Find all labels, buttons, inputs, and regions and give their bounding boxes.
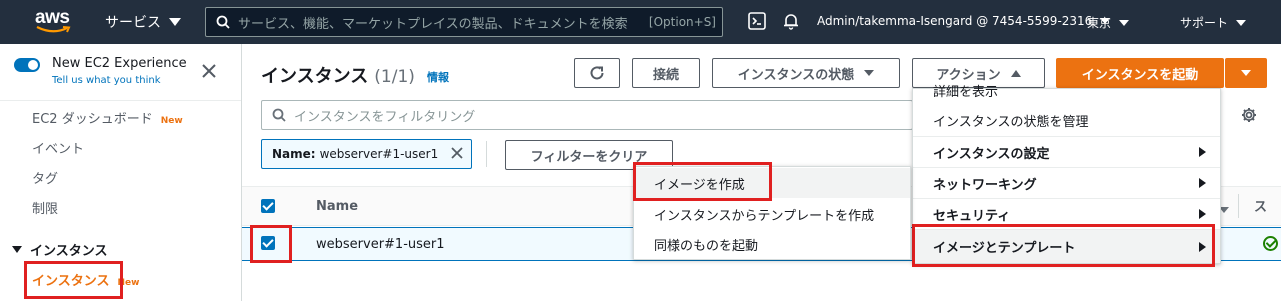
filter-divider: [486, 141, 487, 167]
chevron-down-icon: [864, 70, 875, 76]
support-menu[interactable]: サポート: [1180, 14, 1247, 31]
menu-item-create-template[interactable]: インスタンスからテンプレートを作成: [634, 199, 910, 229]
page-title-text: インスタンス: [261, 66, 369, 87]
region-label: 東京: [1087, 16, 1112, 30]
sidebar-item-label: 制限: [32, 202, 59, 217]
column-header-status[interactable]: ス: [1254, 196, 1267, 215]
chevron-down-icon: [169, 18, 181, 26]
feedback-link[interactable]: Tell us what you think: [52, 75, 161, 86]
highlight-box-create-image: [633, 162, 772, 201]
top-navigation-bar: aws サービス サービス、機能、マーケットプレイスの製品、ドキュメントを検索 …: [0, 0, 1281, 44]
search-shortcut-hint: [Option+S]: [648, 15, 716, 29]
highlight-box-sidebar-instances: [24, 261, 123, 299]
filter-token-key: Name:: [272, 147, 316, 161]
instance-name-cell: webserver#1-user1: [316, 237, 445, 252]
sidebar-item-label: EC2 ダッシュボード: [32, 112, 153, 127]
sidebar-item-limits[interactable]: 制限: [32, 198, 58, 217]
search-icon: [216, 15, 230, 29]
chevron-up-icon: [1010, 69, 1021, 77]
region-menu[interactable]: 東京: [1087, 14, 1130, 31]
menu-item-label: 詳細を表示: [933, 84, 999, 100]
sidebar-item-label: タグ: [32, 172, 59, 187]
account-label: Admin/takemma-Isengard @ 7454-5599-2316: [817, 14, 1093, 28]
notifications-button[interactable]: [782, 12, 800, 34]
menu-item-label: セキュリティ: [933, 208, 1011, 224]
services-menu-button[interactable]: サービス: [105, 12, 181, 32]
menu-item-label: ネットワーキング: [933, 177, 1037, 193]
support-label: サポート: [1180, 16, 1229, 30]
launch-instance-label: インスタンスを起動: [1081, 67, 1199, 83]
filter-token: Name: webserver#1-user1: [261, 139, 472, 169]
menu-item-label: インスタンスの状態を管理: [933, 114, 1089, 130]
menu-item-instance-settings[interactable]: インスタンスの設定: [913, 137, 1220, 167]
sidebar-section-label: インスタンス: [30, 244, 108, 259]
chevron-down-icon: [1241, 70, 1251, 76]
refresh-icon: [590, 66, 604, 80]
cloudshell-icon: [748, 12, 766, 30]
menu-item-launch-more-like-this[interactable]: 同様のものを起動: [634, 229, 910, 259]
filter-token-value: webserver#1-user1: [319, 147, 439, 161]
account-menu[interactable]: Admin/takemma-Isengard @ 7454-5599-2316: [817, 14, 1111, 28]
new-experience-title: New EC2 Experience: [52, 56, 187, 71]
chevron-right-icon: [1199, 147, 1206, 157]
sidebar-item-ec2-dashboard[interactable]: EC2 ダッシュボード New: [32, 108, 183, 127]
aws-smile-icon: [36, 26, 71, 33]
connect-button[interactable]: 接続: [632, 58, 700, 88]
chevron-down-icon: [1236, 19, 1247, 26]
search-icon: [272, 108, 286, 122]
chevron-down-icon: [12, 246, 22, 253]
sidebar-section-instances[interactable]: インスタンス: [12, 240, 107, 259]
close-icon: [451, 146, 463, 159]
instance-state-button[interactable]: インスタンスの状態: [712, 58, 900, 88]
bell-icon: [784, 14, 798, 30]
cloudshell-button[interactable]: [748, 12, 766, 34]
global-search-placeholder: サービス、機能、マーケットプレイスの製品、ドキュメントを検索: [238, 16, 628, 32]
launch-options-dropdown[interactable]: [1225, 58, 1267, 88]
connect-label: 接続: [652, 67, 679, 83]
column-header-name[interactable]: Name: [316, 199, 358, 214]
select-all-checkbox[interactable]: [261, 199, 275, 213]
close-icon: [202, 64, 216, 78]
preferences-button[interactable]: [1241, 107, 1257, 127]
menu-item-label: インスタンスからテンプレートを作成: [654, 208, 875, 224]
refresh-button[interactable]: [574, 58, 620, 88]
new-badge: New: [160, 116, 183, 126]
selection-count: (1/1): [374, 67, 415, 87]
filter-placeholder: インスタンスをフィルタリング: [294, 109, 476, 125]
close-sidebar-button[interactable]: [202, 64, 216, 82]
sidebar-item-label: イベント: [32, 142, 85, 157]
highlight-box-images-templates: [912, 224, 1215, 267]
instance-state-label: インスタンスの状態: [737, 67, 855, 83]
gear-icon: [1242, 108, 1256, 122]
menu-item-label: インスタンスの設定: [933, 146, 1050, 162]
instance-filter-input[interactable]: インスタンスをフィルタリング: [261, 100, 913, 130]
remove-filter-button[interactable]: [451, 146, 463, 162]
highlight-box-row-checkbox: [250, 225, 292, 263]
aws-logo[interactable]: aws: [34, 7, 74, 36]
sidebar-divider: [0, 100, 241, 101]
clear-filters-label: フィルターをクリア: [530, 149, 648, 165]
chevron-right-icon: [1199, 209, 1206, 219]
chevron-down-icon: [1119, 19, 1130, 26]
sidebar: New EC2 Experience Tell us what you thin…: [0, 44, 242, 301]
info-link[interactable]: 情報: [427, 69, 449, 85]
global-search-input[interactable]: サービス、機能、マーケットプレイスの製品、ドキュメントを検索 [Option+S…: [205, 7, 723, 37]
new-experience-toggle[interactable]: [14, 58, 40, 72]
sidebar-item-events[interactable]: イベント: [32, 138, 84, 157]
menu-item-label: 同様のものを起動: [654, 238, 759, 254]
menu-item-networking[interactable]: ネットワーキング: [913, 168, 1220, 198]
check-circle-icon: [1263, 236, 1278, 251]
menu-item-view-details[interactable]: 詳細を表示: [913, 81, 1220, 100]
sidebar-item-tags[interactable]: タグ: [32, 168, 58, 187]
page-title: インスタンス (1/1): [261, 62, 415, 88]
chevron-right-icon: [1199, 178, 1206, 188]
menu-item-manage-state[interactable]: インスタンスの状態を管理: [913, 104, 1220, 136]
column-divider: [1238, 194, 1239, 218]
services-label: サービス: [105, 15, 161, 31]
